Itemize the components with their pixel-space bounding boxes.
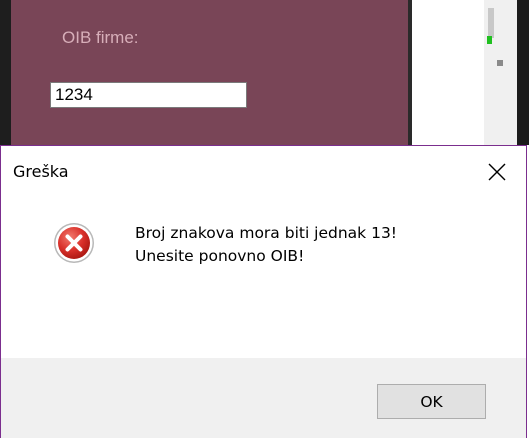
error-icon: [54, 223, 94, 263]
screen: OIB firme: Greška: [0, 0, 529, 438]
form-panel: [11, 0, 408, 145]
window-left-edge: [0, 0, 11, 145]
message-line-2: Unesite ponovno OIB!: [135, 247, 305, 265]
dialog-title: Greška: [13, 162, 69, 181]
status-indicator-gray: [497, 60, 503, 66]
scrollbar-thumb[interactable]: [488, 8, 494, 38]
background-window: OIB firme:: [0, 0, 529, 145]
close-button[interactable]: [467, 146, 527, 198]
panel-separator: [408, 0, 412, 145]
error-dialog: Greška Broj znakova mora biti jednak 13!…: [0, 145, 527, 438]
ok-button[interactable]: OK: [377, 384, 486, 419]
status-indicator-green: [487, 36, 492, 44]
oib-label: OIB firme:: [62, 28, 139, 47]
window-right-edge: [517, 0, 529, 145]
oib-input[interactable]: [50, 82, 247, 108]
error-message: Broj znakova mora biti jednak 13! Unesit…: [135, 222, 397, 268]
close-icon: [488, 163, 506, 181]
message-line-1: Broj znakova mora biti jednak 13!: [135, 224, 398, 242]
